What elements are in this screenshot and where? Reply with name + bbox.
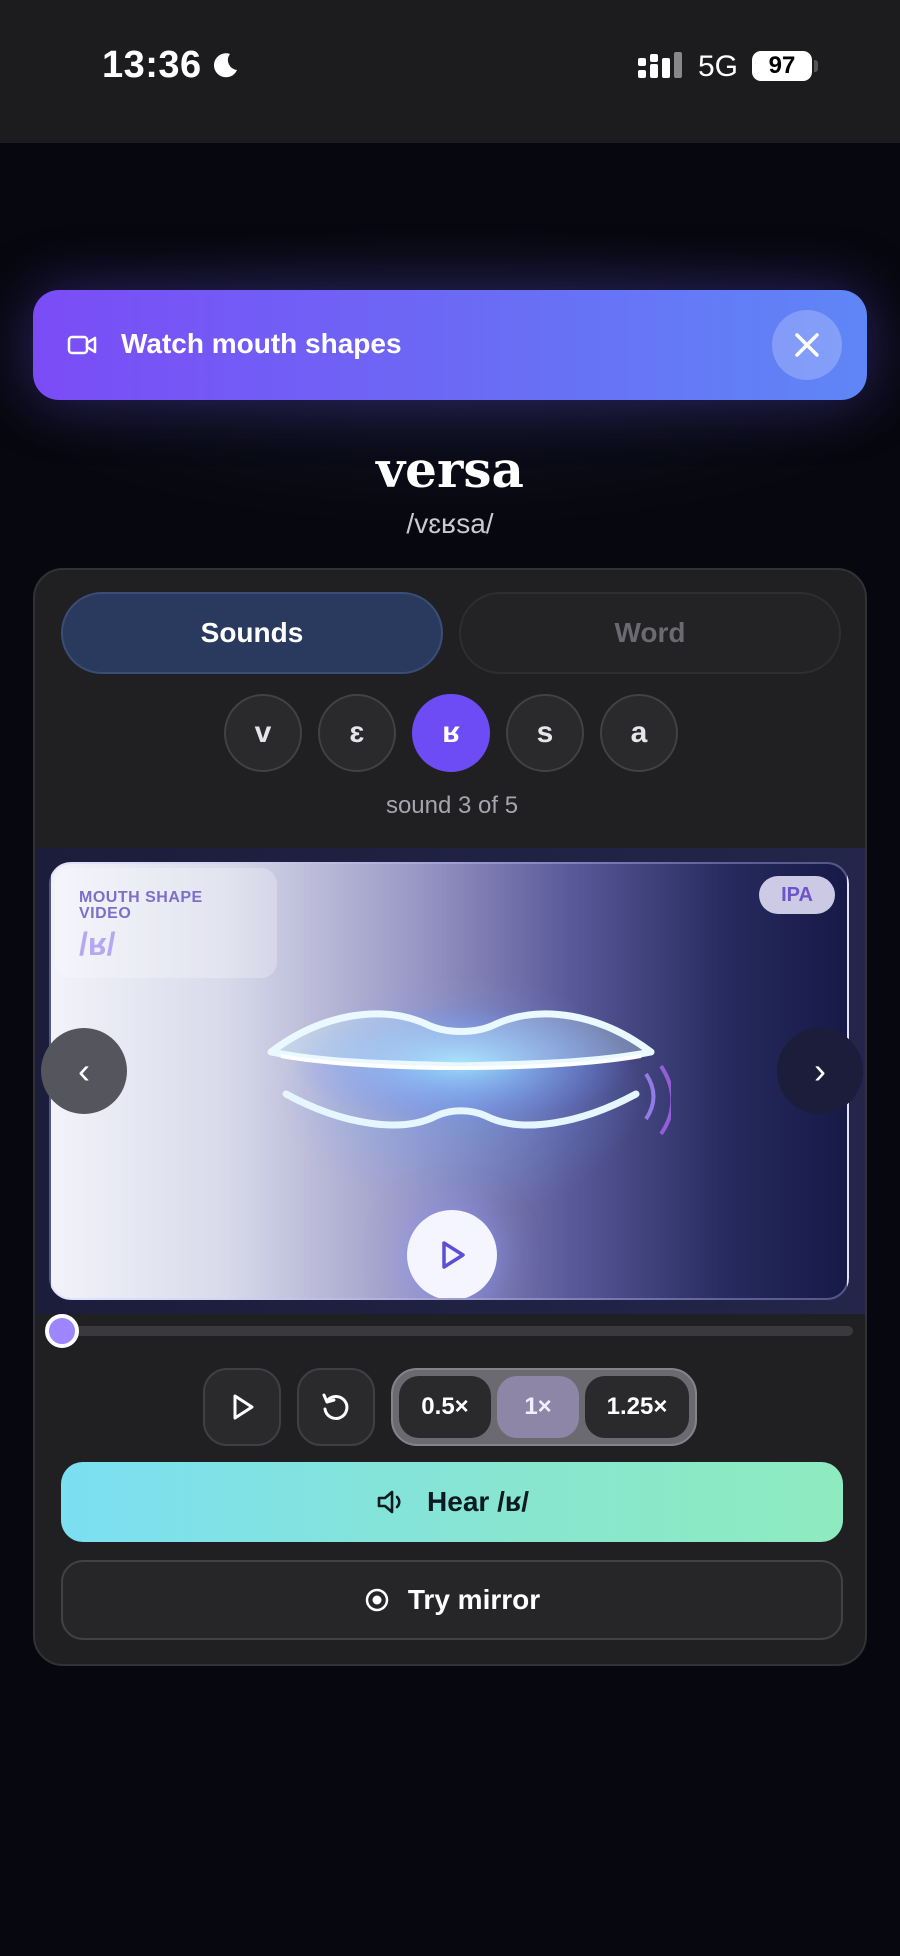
speaker-icon	[377, 1490, 401, 1514]
phoneme-chip[interactable]: v	[224, 694, 302, 772]
moon-icon	[213, 53, 237, 78]
video-scrubber[interactable]	[45, 1314, 853, 1348]
mouth-shape-video: MOUTH SHAPE VIDEO /ʁ/ IPA ‹ ›	[35, 848, 865, 1314]
word-title: versa	[376, 440, 524, 499]
status-time: 13:36	[102, 44, 202, 86]
pronunciation-card: Sounds Word v ɛ ʁ s a sound 3 of 5 MOUTH…	[33, 568, 867, 1666]
hear-sound-button[interactable]: Hear /ʁ/	[61, 1462, 843, 1542]
replay-button[interactable]	[297, 1368, 375, 1446]
network-label: 5G	[698, 50, 739, 83]
speed-option-1-25[interactable]: 1.25×	[585, 1376, 689, 1438]
ipa-badge: IPA	[759, 876, 835, 914]
speed-option-0-5[interactable]: 0.5×	[399, 1376, 491, 1438]
mirror-label: Try mirror	[407, 1584, 541, 1615]
status-bar: 13:36 5G 97	[0, 0, 900, 143]
video-camera-icon	[67, 335, 97, 355]
tab-word[interactable]: Word	[459, 592, 841, 674]
video-play-button[interactable]	[407, 1210, 497, 1298]
try-mirror-button[interactable]: Try mirror	[61, 1560, 843, 1640]
phoneme-chip[interactable]: ɛ	[318, 694, 396, 772]
play-icon	[233, 1394, 254, 1420]
play-icon	[442, 1241, 465, 1269]
watch-mouth-shapes-banner: Watch mouth shapes	[33, 290, 867, 400]
video-frame[interactable]: MOUTH SHAPE VIDEO /ʁ/ IPA	[49, 862, 849, 1300]
sound-counter: sound 3 of 5	[385, 792, 519, 819]
phoneme-chip-active[interactable]: ʁ	[412, 694, 490, 772]
phoneme-chip[interactable]: a	[600, 694, 678, 772]
previous-sound-button[interactable]: ‹	[41, 1028, 127, 1114]
next-sound-button[interactable]: ›	[777, 1028, 863, 1114]
banner-title: Watch mouth shapes	[121, 328, 402, 359]
phoneme-chip[interactable]: s	[506, 694, 584, 772]
video-phoneme: /ʁ/	[79, 926, 116, 962]
scrubber-thumb[interactable]	[45, 1314, 79, 1348]
battery-indicator: 97	[752, 51, 812, 81]
word-ipa: /vɛʁsa/	[406, 508, 494, 539]
signal-icon	[638, 52, 682, 78]
record-icon	[365, 1588, 389, 1612]
mouth-illustration	[267, 1004, 671, 1136]
play-button[interactable]	[203, 1368, 281, 1446]
phoneme-list: v ɛ ʁ s a	[35, 694, 865, 772]
battery-tip	[814, 60, 818, 72]
video-label: MOUTH SHAPE VIDEO	[79, 889, 203, 922]
replay-icon	[322, 1393, 349, 1420]
tab-sounds[interactable]: Sounds	[61, 592, 443, 674]
hear-label: Hear /ʁ/	[427, 1486, 529, 1517]
close-icon	[795, 333, 819, 357]
speed-selector: 0.5× 1× 1.25×	[391, 1368, 697, 1446]
close-button[interactable]	[772, 310, 842, 380]
speed-option-1[interactable]: 1×	[497, 1376, 579, 1438]
